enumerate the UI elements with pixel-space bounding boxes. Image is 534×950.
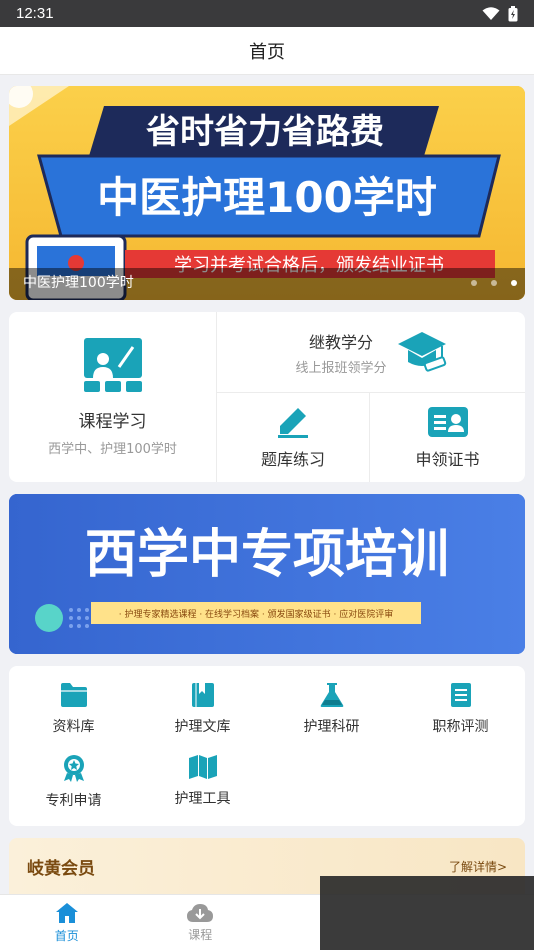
tools-grid: 资料库 护理文库 护理科研 职称评测 专利申请 护理工具 xyxy=(9,666,525,826)
certificate-icon xyxy=(427,406,468,437)
tool-nursing-tools[interactable]: 护理工具 xyxy=(138,754,267,808)
tab-label: 首页 xyxy=(54,928,79,943)
promo-banner[interactable]: 西学中专项培训 · 护理专家精选课程 · 在线学习档案 · 颁发国家级证书 · … xyxy=(9,494,525,654)
question-bank-title: 题库练习 xyxy=(260,449,325,469)
course-study-button[interactable]: 课程学习 西学中、护理100学时 xyxy=(9,312,216,482)
tool-patent[interactable]: 专利申请 xyxy=(9,754,138,810)
graduation-cap-icon xyxy=(397,332,446,372)
tool-label: 职称评测 xyxy=(432,719,489,735)
page-title: 首页 xyxy=(249,41,285,63)
pagination-dot[interactable] xyxy=(471,280,477,286)
tool-label: 护理文库 xyxy=(174,719,231,735)
tab-label: 课程 xyxy=(188,927,213,942)
tab-home[interactable]: 首页 xyxy=(0,895,134,950)
banner-pagination xyxy=(471,280,517,286)
vip-title: 岐黄会员 xyxy=(27,859,95,879)
tab-courses[interactable]: 课程 xyxy=(134,895,268,950)
tool-label: 专利申请 xyxy=(45,793,102,809)
status-bar: 12:31 xyxy=(0,0,534,27)
tool-label: 护理科研 xyxy=(303,719,360,735)
feature-grid: 课程学习 西学中、护理100学时 继教学分 线上报班领学分 题库练习 申领证书 xyxy=(9,312,525,482)
map-icon xyxy=(188,755,217,779)
course-study-title: 课程学习 xyxy=(78,412,147,432)
home-icon xyxy=(55,902,78,923)
flask-icon xyxy=(320,683,343,707)
folder-icon xyxy=(60,683,87,707)
battery-icon xyxy=(508,5,518,21)
course-study-subtitle: 西学中、护理100学时 xyxy=(48,442,177,457)
banner-carousel[interactable]: 省时省力省路费 中医护理100学时 学习并考试合格后，颁发结业证书 中医护理10… xyxy=(9,86,525,300)
wifi-icon xyxy=(482,6,500,20)
certificate-title: 申领证书 xyxy=(415,449,480,469)
tool-title-assessment[interactable]: 职称评测 xyxy=(396,682,525,736)
pagination-dot[interactable] xyxy=(491,280,497,286)
banner-main-text: 中医护理100学时 xyxy=(97,173,437,222)
book-icon xyxy=(191,683,214,707)
credit-subtitle: 线上报班领学分 xyxy=(295,360,387,376)
cloud-icon xyxy=(187,903,214,922)
classroom-icon xyxy=(83,338,142,392)
watermark-logo xyxy=(320,876,534,950)
promo-image: 西学中专项培训 · 护理专家精选课程 · 在线学习档案 · 颁发国家级证书 · … xyxy=(9,494,525,654)
vip-more-link[interactable]: 了解详情> xyxy=(449,858,507,875)
certificate-button[interactable]: 申领证书 xyxy=(370,393,525,482)
promo-tagline: · 护理专家精选课程 · 在线学习档案 · 颁发国家级证书 · 应对医院评审 xyxy=(119,608,393,620)
tool-nursing-docs[interactable]: 护理文库 xyxy=(138,682,267,736)
credit-title: 继教学分 xyxy=(308,332,373,352)
question-bank-button[interactable]: 题库练习 xyxy=(217,393,369,482)
pencil-icon xyxy=(278,407,308,438)
document-icon xyxy=(450,683,471,707)
tool-label: 资料库 xyxy=(52,719,95,735)
tool-library[interactable]: 资料库 xyxy=(9,682,138,736)
banner-headline: 省时省力省路费 xyxy=(146,112,384,152)
pagination-dot[interactable] xyxy=(511,280,517,286)
tool-label: 护理工具 xyxy=(174,791,231,807)
tool-research[interactable]: 护理科研 xyxy=(267,682,396,736)
award-icon xyxy=(63,755,84,782)
status-time: 12:31 xyxy=(16,5,54,22)
status-icons xyxy=(482,5,518,22)
banner-caption: 中医护理100学时 xyxy=(23,275,134,291)
promo-title: 西学中专项培训 xyxy=(85,525,449,585)
credit-button[interactable]: 继教学分 线上报班领学分 xyxy=(217,312,525,392)
app-bar: 首页 xyxy=(0,27,534,75)
